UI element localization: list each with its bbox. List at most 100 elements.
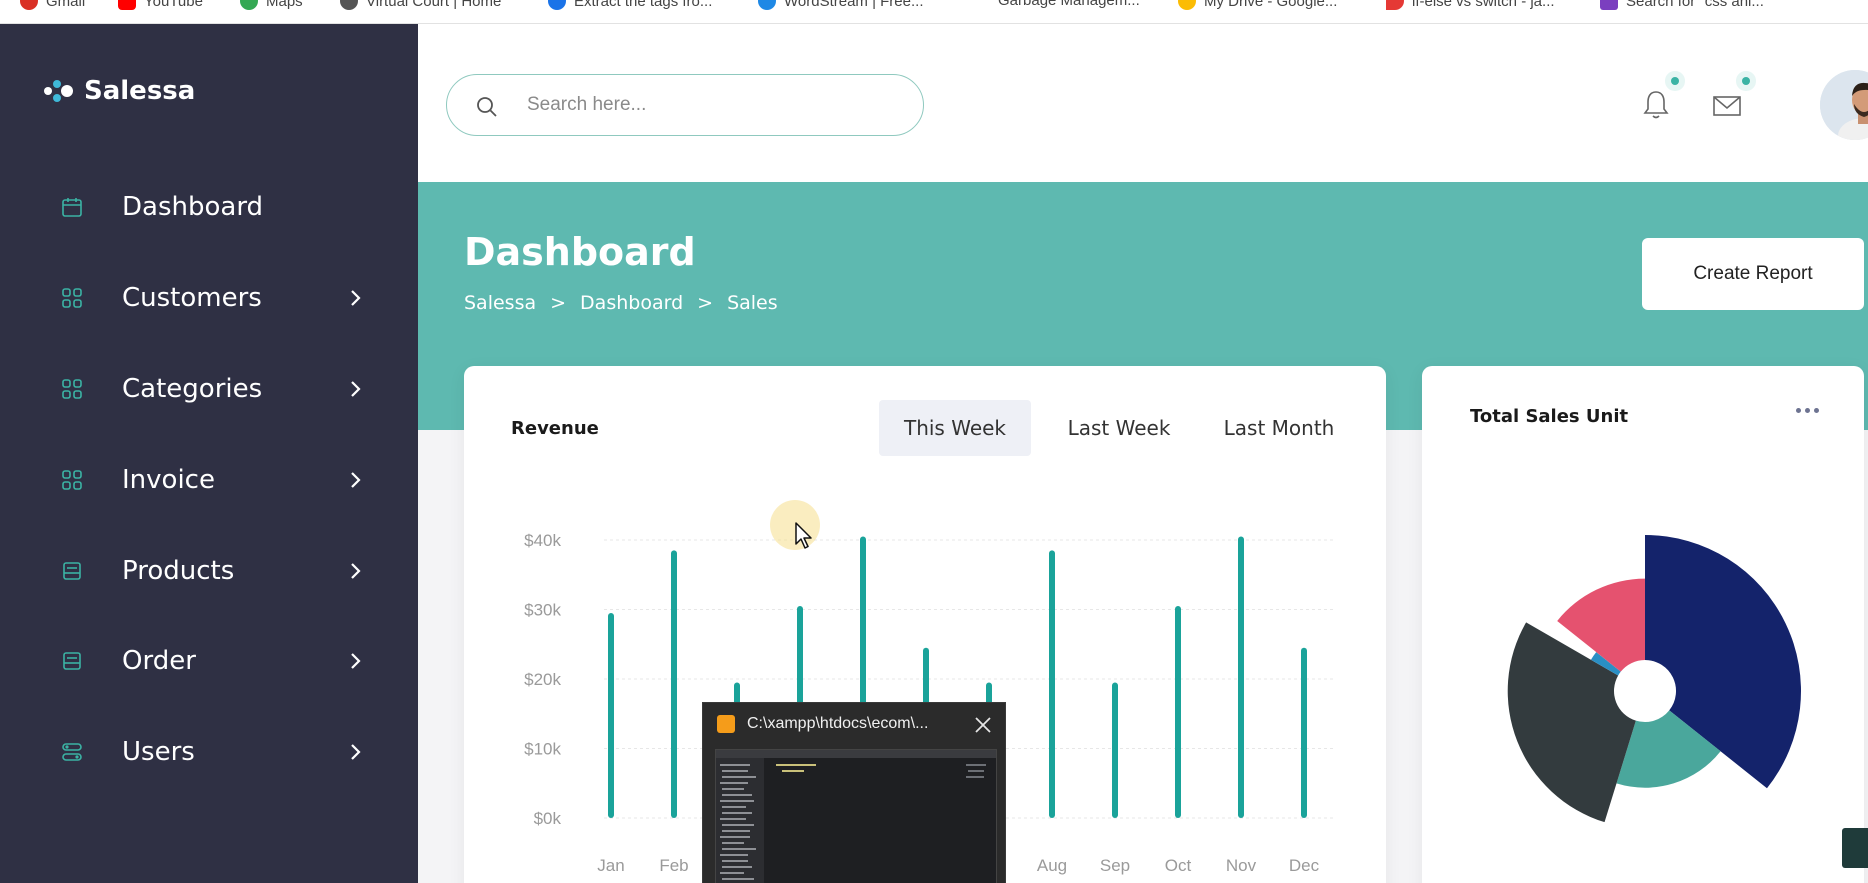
avatar[interactable] xyxy=(1820,70,1868,140)
bookmark-label: Maps xyxy=(266,0,303,10)
notification-dot xyxy=(1742,77,1750,85)
bookmark-label: Gmail xyxy=(46,0,86,10)
site-icon xyxy=(758,0,776,10)
breadcrumb-item[interactable]: Salessa xyxy=(464,292,536,314)
sidebar-item-label: Order xyxy=(122,646,196,676)
search-input[interactable] xyxy=(527,87,887,123)
x-tick-label: Sep xyxy=(1100,856,1130,875)
y-tick-label: $20k xyxy=(524,670,561,689)
y-tick-label: $10k xyxy=(524,740,561,759)
bookmark-label: if-else vs switch - ja... xyxy=(1412,0,1555,10)
sidebar-item-label: Products xyxy=(122,556,235,586)
sidebar-item-dashboard[interactable]: Dashboard xyxy=(0,177,418,237)
bookmark-garbage[interactable]: Garbage Managem... xyxy=(998,0,1140,9)
bar-jan[interactable] xyxy=(608,612,614,818)
search-box[interactable] xyxy=(446,74,924,136)
bookmark-virtual-court[interactable]: Virtual Court | Home xyxy=(340,0,501,10)
sidebar-item-invoice[interactable]: Invoice xyxy=(0,450,418,510)
youtube-icon xyxy=(118,0,136,10)
y-tick-label: $40k xyxy=(524,531,561,550)
mouse-cursor-icon xyxy=(795,522,812,549)
taskbar-window-preview[interactable]: C:\xampp\htdocs\ecom\... xyxy=(702,702,1006,883)
bell-icon[interactable] xyxy=(1640,88,1674,122)
breadcrumb-item[interactable]: Dashboard xyxy=(580,292,683,314)
brand-dots-icon xyxy=(44,78,74,104)
brand-name: Salessa xyxy=(84,76,196,106)
sublime-text-icon xyxy=(717,715,735,733)
page-title: Dashboard xyxy=(464,230,696,274)
chevron-right-icon xyxy=(344,650,366,672)
sidebar-item-label: Categories xyxy=(122,374,263,404)
bookmark-label: Extract the tags fro... xyxy=(574,0,713,10)
x-tick-label: Feb xyxy=(659,856,688,875)
calendar-icon xyxy=(60,195,84,219)
bookmark-label: My Drive - Google... xyxy=(1204,0,1338,10)
globe-icon xyxy=(340,0,358,10)
bar-oct[interactable] xyxy=(1175,606,1181,818)
bookmark-label: Virtual Court | Home xyxy=(366,0,502,10)
breadcrumb-separator: > xyxy=(697,292,714,314)
sidebar-item-customers[interactable]: Customers xyxy=(0,268,418,328)
bookmark-label: Search for "css ani... xyxy=(1626,0,1764,10)
breadcrumb-separator: > xyxy=(550,292,567,314)
site-icon xyxy=(548,0,566,10)
bar-dec[interactable] xyxy=(1301,647,1307,818)
bookmark-extract-tags[interactable]: Extract the tags fro... xyxy=(548,0,712,10)
app-root: Gmail YouTube Maps Virtual Court | Home … xyxy=(0,0,1868,883)
chevron-right-icon xyxy=(344,378,366,400)
x-tick-label: Jan xyxy=(597,856,624,875)
site-icon xyxy=(1600,0,1618,10)
x-tick-label: Aug xyxy=(1037,856,1067,875)
search-icon xyxy=(475,95,499,119)
bookmark-my-drive[interactable]: My Drive - Google... xyxy=(1178,0,1337,10)
chevron-right-icon xyxy=(344,741,366,763)
close-icon[interactable] xyxy=(971,713,995,737)
grid-icon xyxy=(60,377,84,401)
gmail-icon xyxy=(20,0,38,10)
preview-thumbnail xyxy=(715,749,997,883)
toggles-icon xyxy=(60,740,84,764)
x-tick-label: Nov xyxy=(1226,856,1257,875)
sidebar-item-users[interactable]: Users xyxy=(0,722,418,782)
preview-header: C:\xampp\htdocs\ecom\... xyxy=(703,703,1007,745)
mail-icon[interactable] xyxy=(1712,94,1746,128)
sidebar-item-label: Invoice xyxy=(122,465,215,495)
chevron-right-icon xyxy=(344,560,366,582)
sidebar-item-label: Customers xyxy=(122,283,262,313)
bookmark-maps[interactable]: Maps xyxy=(240,0,303,10)
y-tick-label: $0k xyxy=(534,809,562,828)
grid-icon xyxy=(60,286,84,310)
preview-title: C:\xampp\htdocs\ecom\... xyxy=(747,715,929,732)
maps-icon xyxy=(240,0,258,10)
top-bar xyxy=(418,24,1868,182)
bar-aug[interactable] xyxy=(1049,550,1055,818)
bookmark-youtube[interactable]: YouTube xyxy=(118,0,203,10)
breadcrumb-item-current: Sales xyxy=(727,292,778,314)
box-icon xyxy=(60,559,84,583)
total-sales-unit-card: Total Sales Unit xyxy=(1422,366,1864,883)
box-icon xyxy=(60,649,84,673)
bookmark-label: WordStream | Free... xyxy=(784,0,924,10)
bookmark-gmail[interactable]: Gmail xyxy=(20,0,85,10)
drive-icon xyxy=(1178,0,1196,10)
bookmark-if-else[interactable]: if-else vs switch - ja... xyxy=(1386,0,1555,10)
bookmark-css-search[interactable]: Search for "css ani... xyxy=(1600,0,1764,10)
grid-icon xyxy=(60,468,84,492)
bar-nov[interactable] xyxy=(1238,536,1244,818)
brand-logo[interactable]: Salessa xyxy=(44,76,195,106)
breadcrumb: Salessa > Dashboard > Sales xyxy=(464,292,778,314)
corner-watermark xyxy=(1842,828,1868,868)
bookmark-label: Garbage Managem... xyxy=(998,0,1140,9)
bookmarks-bar: Gmail YouTube Maps Virtual Court | Home … xyxy=(0,0,1868,24)
sidebar-item-categories[interactable]: Categories xyxy=(0,359,418,419)
bar-sep[interactable] xyxy=(1112,682,1118,818)
x-tick-label: Oct xyxy=(1165,856,1192,875)
bookmark-wordstream[interactable]: WordStream | Free... xyxy=(758,0,924,10)
sidebar-item-order[interactable]: Order xyxy=(0,631,418,691)
bar-feb[interactable] xyxy=(671,550,677,818)
sidebar-item-products[interactable]: Products xyxy=(0,541,418,601)
create-report-button[interactable]: Create Report xyxy=(1642,238,1864,310)
notification-dot xyxy=(1671,77,1679,85)
chevron-right-icon xyxy=(344,287,366,309)
chevron-right-icon xyxy=(344,469,366,491)
